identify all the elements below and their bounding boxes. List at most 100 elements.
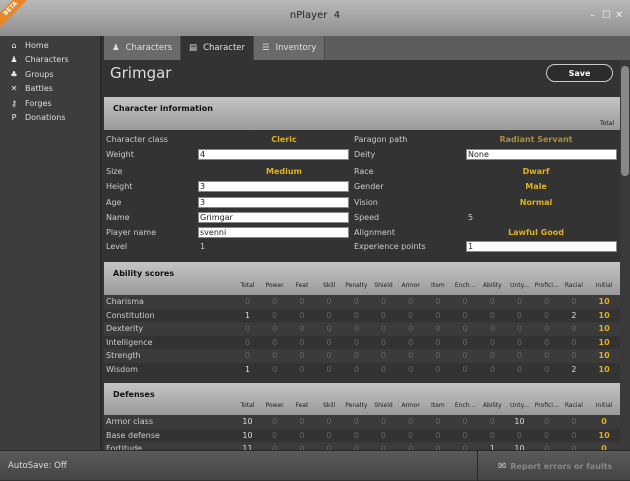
race-value[interactable]: Dwarf — [476, 167, 596, 176]
column-header-profici[interactable]: Profici... — [533, 282, 560, 289]
maximize-button[interactable]: ☐ — [602, 10, 611, 21]
tab-bar: ♟ Characters ▤ Character ☰ Inventory — [104, 36, 630, 60]
column-header-item[interactable]: Item — [424, 402, 451, 409]
forges-icon: ⚷ — [11, 98, 17, 108]
column-header-initial[interactable]: Initial — [591, 282, 618, 289]
cell-skill: 0 — [326, 430, 332, 440]
column-header-profici[interactable]: Profici... — [533, 402, 560, 409]
column-header-ability[interactable]: Ability — [479, 402, 506, 409]
column-header-feat[interactable]: Feat — [288, 402, 315, 409]
weight-input[interactable]: 4 — [198, 149, 349, 160]
column-header-total[interactable]: Total — [234, 402, 261, 409]
column-header-ench[interactable]: Ench... — [452, 282, 479, 289]
sidebar-item-donations[interactable]: P Donations — [0, 111, 100, 126]
tab-character[interactable]: ▤ Character — [181, 36, 255, 60]
alignment-value[interactable]: Lawful Good — [476, 228, 596, 237]
cell-unty: 0 — [516, 324, 523, 334]
character-info-header: Character information Total — [104, 97, 620, 130]
characters-icon: ♟ — [112, 43, 120, 53]
cell-total: 0 — [244, 324, 251, 334]
column-header-shield[interactable]: Shield — [370, 282, 397, 289]
character-class-value[interactable]: Cleric — [224, 135, 344, 144]
column-header-skill[interactable]: Skill — [316, 402, 343, 409]
deity-label: Deity — [354, 150, 376, 159]
cell-armor: 0 — [408, 324, 414, 334]
column-header-item[interactable]: Item — [424, 282, 451, 289]
sidebar-item-characters[interactable]: ♟ Characters — [0, 53, 100, 68]
cell-unty: 0 — [516, 430, 523, 440]
cell-skill: 0 — [326, 417, 332, 426]
cell-feat: 0 — [299, 337, 305, 347]
column-header-power[interactable]: Power — [261, 282, 288, 289]
column-header-racial[interactable]: Racial — [560, 402, 587, 409]
cell-profici: 0 — [544, 417, 550, 426]
paragon-path-value[interactable]: Radiant Servant — [476, 135, 596, 144]
column-header-feat[interactable]: Feat — [288, 282, 315, 289]
tab-label: Inventory — [275, 43, 317, 53]
sidebar-item-forges[interactable]: ⚷ Forges — [0, 96, 100, 111]
player-name-input[interactable]: svenni — [198, 227, 349, 238]
sidebar: ⌂ Home ♟ Characters ♣ Groups ✕ Battles ⚷ Forges P D… — [0, 36, 102, 450]
column-header-penalty[interactable]: Penalty — [343, 402, 370, 409]
experience-points-input[interactable]: 1 — [466, 241, 617, 252]
characters-icon: ♟ — [10, 55, 18, 65]
name-input[interactable]: Grimgar — [198, 212, 349, 223]
column-header-total[interactable]: Total — [234, 282, 261, 289]
section-title: Defenses — [113, 390, 155, 399]
cell-total: 1 — [244, 365, 251, 374]
scrollbar[interactable] — [620, 60, 630, 450]
column-header-armor[interactable]: Armor — [397, 402, 424, 409]
cell-penalty: 0 — [353, 351, 359, 361]
cell-armor: 0 — [408, 417, 414, 426]
age-input[interactable]: 3 — [198, 197, 349, 208]
cell-feat: 0 — [299, 297, 305, 306]
column-header-armor[interactable]: Armor — [397, 282, 424, 289]
column-header-unty[interactable]: Unty... — [506, 402, 533, 409]
sidebar-item-groups[interactable]: ♣ Groups — [0, 67, 100, 82]
cell-initial: 10 — [598, 337, 610, 347]
column-header-racial[interactable]: Racial — [560, 282, 587, 289]
sidebar-item-home[interactable]: ⌂ Home — [0, 38, 100, 53]
tab-characters[interactable]: ♟ Characters — [104, 36, 182, 60]
character-class-label: Character class — [106, 135, 168, 144]
cell-power: 0 — [272, 337, 278, 347]
gender-value[interactable]: Male — [476, 182, 596, 191]
autosave-status[interactable]: AutoSave: Off — [8, 461, 67, 471]
column-header-penalty[interactable]: Penalty — [343, 282, 370, 289]
column-header-ability[interactable]: Ability — [479, 282, 506, 289]
table-row: Base defense 10 0 0 0 0 0 0 0 0 0 0 0 0 10 — [104, 429, 620, 443]
cell-racial: 2 — [571, 365, 577, 374]
cell-racial: 0 — [571, 351, 577, 361]
close-button[interactable]: ✕ — [615, 10, 623, 21]
column-header-power[interactable]: Power — [261, 402, 288, 409]
column-header-initial[interactable]: Initial — [591, 402, 618, 409]
cell-total: 0 — [244, 337, 251, 347]
vision-value[interactable]: Normal — [476, 198, 596, 207]
speed-label: Speed — [354, 213, 380, 222]
cell-unty: 0 — [516, 310, 523, 320]
column-header-skill[interactable]: Skill — [316, 282, 343, 289]
report-label: Report errors or faults — [510, 461, 613, 471]
tab-inventory[interactable]: ☰ Inventory — [254, 36, 326, 60]
scrollbar-thumb[interactable] — [621, 66, 629, 176]
level-label: Level — [106, 242, 128, 251]
sidebar-item-battles[interactable]: ✕ Battles — [0, 82, 100, 97]
cell-shield: 0 — [380, 417, 387, 426]
save-button[interactable]: Save — [546, 64, 613, 82]
cell-ability: 0 — [489, 417, 495, 426]
cell-initial: 10 — [598, 324, 610, 334]
column-header-unty[interactable]: Unty... — [506, 282, 533, 289]
column-header-shield[interactable]: Shield — [370, 402, 397, 409]
cell-power: 0 — [272, 430, 278, 440]
size-value[interactable]: Medium — [224, 167, 344, 176]
cell-profici: 0 — [544, 310, 550, 320]
deity-input[interactable]: None — [466, 149, 617, 160]
cell-ability: 0 — [489, 365, 495, 374]
column-header-ench[interactable]: Ench... — [452, 402, 479, 409]
report-errors-button[interactable]: ✉ Report errors or faults — [477, 451, 612, 481]
minimize-button[interactable]: – — [590, 10, 595, 21]
cell-ability: 0 — [489, 310, 495, 320]
table-row: Charisma 0 0 0 0 0 0 0 0 0 0 0 0 0 10 — [104, 295, 620, 309]
height-input[interactable]: 3 — [198, 181, 349, 192]
cell-racial: 0 — [571, 430, 577, 440]
